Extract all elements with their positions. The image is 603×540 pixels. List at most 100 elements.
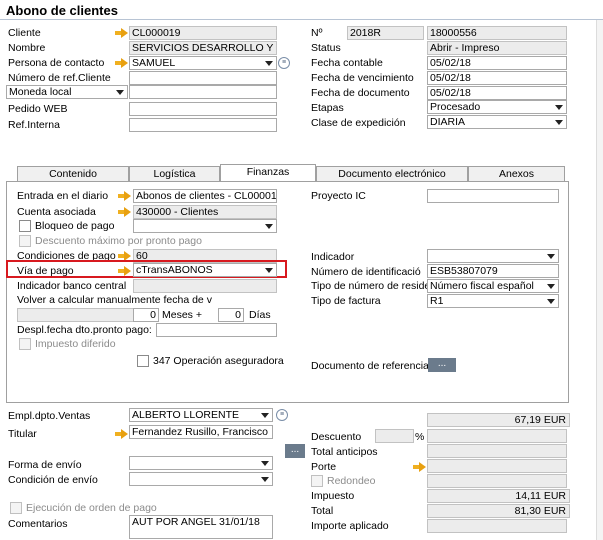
bloqueo-pago-select[interactable] xyxy=(133,219,277,233)
link-arrow-icon[interactable] xyxy=(115,28,128,38)
clase-expedicion-label: Clase de expedición xyxy=(311,117,406,129)
empl-ventas-select[interactable]: ALBERTO LLORENTE xyxy=(129,408,273,422)
indicador-select[interactable] xyxy=(427,249,559,263)
ejecucion-orden-checkbox[interactable] xyxy=(10,502,22,514)
moneda-select[interactable]: Moneda local xyxy=(6,85,128,99)
tab-documento-electronico[interactable]: Documento electrónico xyxy=(316,166,468,181)
tipo-factura-label: Tipo de factura xyxy=(311,295,381,307)
op347-label: 347 Operación aseguradora xyxy=(153,355,284,367)
series-field[interactable]: 2018R xyxy=(347,26,424,40)
indicador-label: Indicador xyxy=(311,251,355,263)
window-title: Abono de clientes xyxy=(6,3,118,18)
volver-calcular-label: Volver a calcular manualmente fecha de v xyxy=(17,294,212,306)
empl-ventas-label: Empl.dpto.Ventas xyxy=(8,410,91,422)
numero-identificacion-field[interactable]: ESB53807079 xyxy=(427,264,559,278)
numero-label: Nº xyxy=(311,27,323,39)
indicador-banco-field[interactable] xyxy=(133,279,277,293)
titular-field[interactable]: Fernandez Rusillo, Francisco xyxy=(129,425,273,439)
pedido-web-label: Pedido WEB xyxy=(8,103,68,115)
comentarios-field[interactable]: AUT POR ANGEL 31/01/18 xyxy=(129,515,273,539)
clase-expedicion-select[interactable]: DIARIA xyxy=(427,115,567,129)
pedido-web-field[interactable] xyxy=(129,102,277,116)
ref-cliente-field[interactable] xyxy=(129,71,277,85)
link-arrow-icon[interactable] xyxy=(118,191,131,201)
fecha-contable-label: Fecha contable xyxy=(311,57,383,69)
link-arrow-icon[interactable] xyxy=(118,266,131,276)
meses-label: Meses + xyxy=(162,309,202,321)
ref-interna-field[interactable] xyxy=(129,118,277,132)
tab-contenido[interactable]: Contenido xyxy=(17,166,129,181)
importe-aplicado-field[interactable] xyxy=(427,519,567,533)
via-pago-select[interactable]: cTransABONOS xyxy=(133,263,277,277)
descuento-label: Descuento xyxy=(311,431,362,443)
fecha-contable-field[interactable]: 05/02/18 xyxy=(427,56,567,70)
op347-checkbox[interactable] xyxy=(137,355,149,367)
forma-envio-label: Forma de envío xyxy=(8,459,82,471)
link-arrow-icon[interactable] xyxy=(115,58,128,68)
proyecto-ic-field[interactable] xyxy=(427,189,559,203)
impuesto-label: Impuesto xyxy=(311,490,355,502)
proyecto-ic-label: Proyecto IC xyxy=(311,190,366,202)
tab-anexos[interactable]: Anexos xyxy=(468,166,565,181)
despl-fecha-field[interactable] xyxy=(156,323,277,337)
via-pago-label: Vía de pago xyxy=(17,265,74,277)
vertical-scrollbar[interactable] xyxy=(596,20,603,540)
redondeo-field[interactable] xyxy=(427,474,567,488)
nombre-label: Nombre xyxy=(8,42,46,54)
persona-contacto-label: Persona de contacto xyxy=(8,57,105,69)
tab-finanzas[interactable]: Finanzas xyxy=(220,164,316,181)
total-antes-descuento-field[interactable]: 67,19 EUR xyxy=(427,413,570,427)
document-number-field[interactable]: 18000556 xyxy=(427,26,567,40)
ref-cliente-label: Número de ref.Cliente xyxy=(8,72,111,84)
dias-field[interactable]: 0 xyxy=(218,308,244,322)
indicador-banco-label: Indicador banco central xyxy=(17,280,127,292)
link-arrow-icon[interactable] xyxy=(413,462,426,472)
entrada-diario-label: Entrada en el diario xyxy=(17,190,109,202)
comentarios-label: Comentarios xyxy=(8,518,68,530)
descuento-maximo-checkbox[interactable] xyxy=(19,235,31,247)
bloqueo-pago-label: Bloqueo de pago xyxy=(35,220,115,232)
documento-referencia-button[interactable]: ... xyxy=(428,358,456,372)
status-field[interactable]: Abrir - Impreso xyxy=(427,41,567,55)
redondeo-checkbox[interactable] xyxy=(311,475,323,487)
descuento-field[interactable] xyxy=(427,429,567,443)
condicion-envio-select[interactable] xyxy=(129,472,273,486)
impuesto-field[interactable]: 14,11 EUR xyxy=(427,489,570,503)
tipo-numero-label: Tipo de número de reside xyxy=(311,280,431,292)
persona-contacto-select[interactable]: SAMUEL xyxy=(129,56,277,70)
link-arrow-icon[interactable] xyxy=(118,207,131,217)
cuenta-asociada-label: Cuenta asociada xyxy=(17,206,96,218)
descuento-pct-field[interactable] xyxy=(375,429,414,443)
numero-identificacion-label: Número de identificació xyxy=(311,266,421,278)
impuesto-diferido-checkbox[interactable] xyxy=(19,338,31,350)
tipo-numero-select[interactable]: Número fiscal español xyxy=(427,279,559,293)
cliente-field[interactable]: CL000019 xyxy=(129,26,277,40)
porte-field[interactable] xyxy=(427,459,567,473)
total-field[interactable]: 81,30 EUR xyxy=(427,504,570,518)
impuesto-diferido-label: Impuesto diferido xyxy=(35,338,116,350)
etapas-select[interactable]: Procesado xyxy=(427,100,567,114)
moneda-field[interactable] xyxy=(129,85,277,99)
forma-envio-select[interactable] xyxy=(129,456,273,470)
info-icon[interactable]: ≡ xyxy=(278,57,290,69)
total-label: Total xyxy=(311,505,334,517)
meses-field[interactable]: 0 xyxy=(133,308,159,322)
status-label: Status xyxy=(311,42,341,54)
total-anticipos-field[interactable] xyxy=(427,444,567,458)
tipo-factura-select[interactable]: R1 xyxy=(427,294,559,308)
ref-interna-label: Ref.Interna xyxy=(8,119,60,131)
despl-fecha-label: Despl.fecha dto.pronto pago: xyxy=(17,324,152,336)
fecha-vencimiento-field[interactable]: 05/02/18 xyxy=(427,71,567,85)
bloqueo-pago-checkbox[interactable] xyxy=(19,220,31,232)
info-icon[interactable]: ≡ xyxy=(276,409,288,421)
cuenta-asociada-field[interactable]: 430000 - Clientes xyxy=(133,205,277,219)
fecha-documento-field[interactable]: 05/02/18 xyxy=(427,86,567,100)
documento-referencia-label: Documento de referencia xyxy=(311,360,429,372)
tab-logistica[interactable]: Logística xyxy=(129,166,220,181)
fecha-documento-label: Fecha de documento xyxy=(311,87,410,99)
nombre-field[interactable]: SERVICIOS DESARROLLO Y SG xyxy=(129,41,277,55)
ejecucion-orden-label: Ejecución de orden de pago xyxy=(26,502,157,514)
entrada-diario-field[interactable]: Abonos de clientes - CL000019 xyxy=(133,189,277,203)
link-arrow-icon[interactable] xyxy=(115,429,128,439)
more-button[interactable]: ... xyxy=(285,444,305,458)
